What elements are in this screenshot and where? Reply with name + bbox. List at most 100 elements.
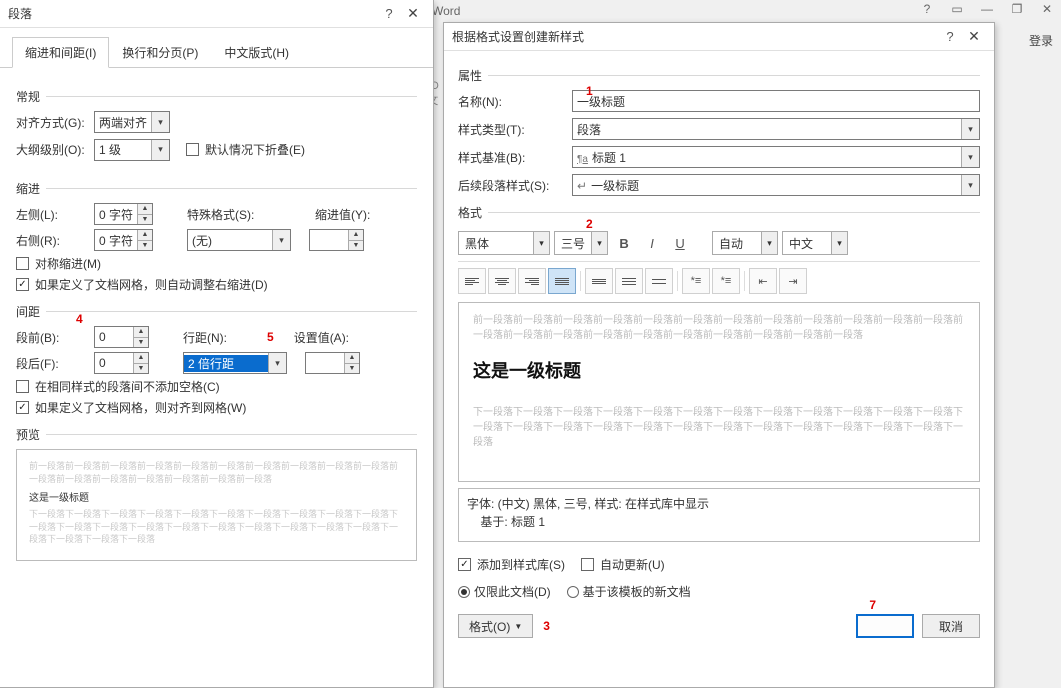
template-radio[interactable] [567, 586, 579, 598]
language-select[interactable]: 中文▾ [782, 231, 848, 255]
preview-sample-text: 这是一级标题 [29, 489, 404, 504]
linespacing-1-button[interactable] [585, 268, 613, 294]
chevron-down-icon[interactable]: ▾ [831, 232, 847, 254]
spinner-down-icon[interactable]: ▼ [137, 241, 152, 251]
ribbon-display-icon[interactable]: ▭ [949, 2, 965, 16]
grid-adjust-checkbox[interactable] [16, 278, 29, 291]
indent-right-spinner[interactable]: 0 字符▲▼ [94, 229, 153, 251]
chevron-down-icon[interactable]: ▾ [533, 232, 549, 254]
align-right-button[interactable] [518, 268, 546, 294]
bold-button[interactable]: B [612, 231, 636, 255]
annotation-4: 4 [76, 312, 83, 326]
chevron-down-icon[interactable]: ▾ [961, 119, 979, 139]
annotation-5: 5 [267, 330, 274, 344]
linespacing-1.5-button[interactable] [615, 268, 643, 294]
help-icon[interactable]: ? [919, 2, 935, 16]
decrease-indent-button[interactable]: ⇤ [749, 268, 777, 294]
font-name-select[interactable]: 黑体▾ [458, 231, 550, 255]
restore-icon[interactable]: ❐ [1009, 2, 1025, 16]
style-following-value: 一级标题 [591, 179, 639, 193]
font-color-select[interactable]: 自动▾ [712, 231, 778, 255]
chevron-down-icon[interactable]: ▾ [961, 175, 979, 195]
indent-left-spinner[interactable]: 0 字符▲▼ [94, 203, 153, 225]
increase-indent-button[interactable]: ⇥ [779, 268, 807, 294]
style-basedon-select[interactable]: ¶a标题 1▾ [572, 146, 980, 168]
tab-indent-spacing[interactable]: 缩进和间距(I) [12, 37, 109, 68]
linespacing-select[interactable]: 2 倍行距 ▾ [183, 352, 287, 374]
special-format-value: (无) [188, 232, 272, 249]
indent-right-label: 右侧(R): [16, 232, 90, 249]
chevron-down-icon[interactable]: ▾ [151, 140, 169, 160]
ok-button[interactable] [856, 614, 914, 638]
close-icon[interactable]: ✕ [1039, 2, 1055, 16]
space-after-spinner[interactable]: 0▲▼ [94, 352, 149, 374]
style-sample-preview: 前一段落前一段落前一段落前一段落前一段落前一段落前一段落前一段落前一段落前一段落… [458, 302, 980, 482]
spinner-down-icon[interactable]: ▼ [344, 364, 359, 374]
chevron-down-icon[interactable]: ▾ [268, 353, 286, 373]
chevron-down-icon[interactable]: ▾ [151, 112, 169, 132]
increase-space-before-button[interactable]: *≡ [682, 268, 710, 294]
paragraph-preview: 前一段落前一段落前一段落前一段落前一段落前一段落前一段落前一段落前一段落前一段落… [16, 449, 417, 561]
setvalue-value [306, 353, 344, 373]
spinner-up-icon[interactable]: ▲ [348, 230, 363, 241]
this-document-radio[interactable] [458, 586, 470, 598]
login-link[interactable]: 登录 [1029, 32, 1053, 49]
chevron-down-icon[interactable]: ▾ [272, 230, 290, 250]
spinner-down-icon[interactable]: ▼ [133, 338, 148, 348]
dialog-close-icon[interactable]: ✕ [401, 5, 425, 22]
section-general: 常规 [16, 88, 40, 105]
indent-left-value: 0 字符 [95, 204, 137, 224]
style-following-select[interactable]: ↵一级标题▾ [572, 174, 980, 196]
tab-asian-typography[interactable]: 中文版式(H) [211, 37, 302, 68]
create-style-dialog-title: 根据格式设置创建新样式 [452, 28, 584, 45]
paragraph-dialog-title: 段落 [8, 5, 32, 22]
spinner-up-icon[interactable]: ▲ [133, 353, 148, 364]
alignment-select[interactable]: 两端对齐 ▾ [94, 111, 170, 133]
cancel-button[interactable]: 取消 [922, 614, 980, 638]
chevron-down-icon[interactable]: ▾ [761, 232, 777, 254]
chevron-down-icon: ▼ [514, 622, 522, 631]
collapse-checkbox[interactable] [186, 143, 199, 156]
align-justify-button[interactable] [548, 268, 576, 294]
setvalue-spinner[interactable]: ▲▼ [305, 352, 360, 374]
auto-update-checkbox[interactable] [581, 558, 594, 571]
decrease-space-before-button[interactable]: *≡ [712, 268, 740, 294]
spinner-up-icon[interactable]: ▲ [137, 230, 152, 241]
mirror-indent-checkbox[interactable] [16, 257, 29, 270]
spinner-down-icon[interactable]: ▼ [137, 215, 152, 225]
format-menu-button[interactable]: 格式(O)▼ [458, 614, 533, 638]
dialog-close-icon[interactable]: ✕ [962, 28, 986, 45]
chevron-down-icon[interactable]: ▾ [961, 147, 979, 167]
dialog-help-icon[interactable]: ? [938, 29, 962, 44]
spinner-up-icon[interactable]: ▲ [344, 353, 359, 364]
no-space-same-style-checkbox[interactable] [16, 380, 29, 393]
italic-button[interactable]: I [640, 231, 664, 255]
style-type-select[interactable]: 段落▾ [572, 118, 980, 140]
add-to-gallery-checkbox[interactable] [458, 558, 471, 571]
dialog-help-icon[interactable]: ? [377, 6, 401, 21]
linespacing-2-button[interactable] [645, 268, 673, 294]
template-label: 基于该模板的新文档 [583, 583, 691, 600]
snap-to-grid-checkbox[interactable] [16, 401, 29, 414]
spinner-up-icon[interactable]: ▲ [133, 327, 148, 338]
spinner-down-icon[interactable]: ▼ [133, 364, 148, 374]
spinner-down-icon[interactable]: ▼ [348, 241, 363, 251]
tab-line-page-breaks[interactable]: 换行和分页(P) [109, 37, 211, 68]
space-after-label: 段后(F): [16, 355, 90, 372]
outline-level-select[interactable]: 1 级 ▾ [94, 139, 170, 161]
align-left-button[interactable] [458, 268, 486, 294]
font-name-value: 黑体 [459, 235, 533, 252]
chevron-down-icon[interactable]: ▾ [591, 232, 607, 254]
indent-by-spinner[interactable]: ▲▼ [309, 229, 364, 251]
spinner-up-icon[interactable]: ▲ [137, 204, 152, 215]
space-before-spinner[interactable]: 0▲▼ [94, 326, 149, 348]
align-center-button[interactable] [488, 268, 516, 294]
minimize-icon[interactable]: — [979, 2, 995, 16]
special-format-select[interactable]: (无) ▾ [187, 229, 291, 251]
underline-button[interactable]: U [668, 231, 692, 255]
font-size-select[interactable]: 三号▾ [554, 231, 608, 255]
preview-after-text: 下一段落下一段落下一段落下一段落下一段落下一段落下一段落下一段落下一段落下一段落… [29, 508, 404, 546]
preview-before-text: 前一段落前一段落前一段落前一段落前一段落前一段落前一段落前一段落前一段落前一段落… [29, 460, 404, 485]
style-name-input[interactable]: 一级标题 [572, 90, 980, 112]
create-style-dialog: 根据格式设置创建新样式 ? ✕ 属性 名称(N): 1 一级标题 样式类型(T)… [443, 22, 995, 688]
